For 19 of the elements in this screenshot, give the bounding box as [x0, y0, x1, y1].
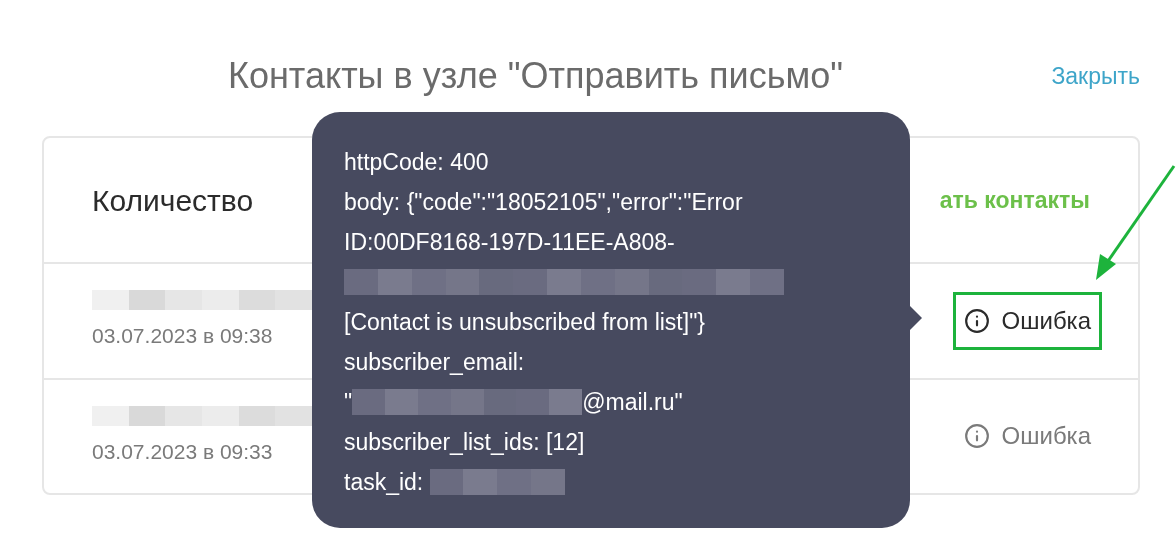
- contact-date: 03.07.2023 в 09:38: [92, 323, 274, 349]
- dialog-title: Контакты в узле "Отправить письмо": [228, 54, 843, 98]
- error-status[interactable]: Ошибка: [952, 291, 1102, 350]
- close-link[interactable]: Закрыть: [1051, 58, 1140, 94]
- error-status[interactable]: Ошибка: [952, 407, 1102, 466]
- contact-date: 03.07.2023 в 09:33: [92, 438, 274, 465]
- tooltip-text: body: {"code":"18052105","error":"Error: [344, 187, 743, 217]
- tooltip-text: ID:00DF8168-197D-11EE-A808-: [344, 227, 675, 257]
- tooltip-text: subscriber_list_ids: [12]: [344, 427, 585, 457]
- tooltip-text: [Contact is unsubscribed from list]"}: [344, 307, 705, 337]
- tooltip-text: @mail.ru": [582, 387, 683, 417]
- info-icon: [963, 423, 990, 450]
- contacts-link[interactable]: ать контакты: [939, 182, 1090, 218]
- tooltip-text: httpCode: 400: [344, 147, 489, 177]
- column-header: Количество: [92, 182, 254, 219]
- tooltip-text: task_id:: [344, 467, 425, 497]
- tooltip-text: subscriber_email:: [344, 347, 525, 377]
- info-icon: [963, 307, 990, 334]
- tooltip-text: ": [344, 387, 353, 417]
